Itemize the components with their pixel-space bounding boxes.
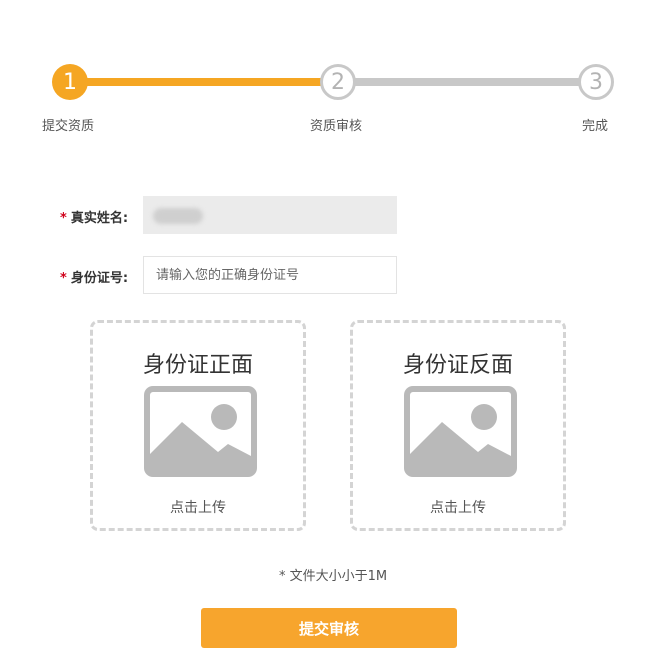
upload-id-back[interactable]: 身份证反面 点击上传 <box>350 320 566 531</box>
name-field-label: * 真实姓名: <box>60 207 128 226</box>
step-2-circle: 2 <box>320 64 356 100</box>
upload-id-front[interactable]: 身份证正面 点击上传 <box>90 320 306 531</box>
image-placeholder-icon <box>404 386 517 477</box>
id-number-field-label: * 身份证号: <box>60 267 128 286</box>
step-2-label: 资质审核 <box>310 119 363 134</box>
upload-front-hint: 点击上传 <box>170 500 226 516</box>
required-marker: * <box>60 271 67 286</box>
step-3-circle: 3 <box>578 64 614 100</box>
name-label-text: 真实姓名: <box>70 211 129 226</box>
step-3-label: 完成 <box>582 119 609 134</box>
step-1-circle: 1 <box>52 64 88 100</box>
step-connector-pending <box>338 78 596 86</box>
upload-back-title: 身份证反面 <box>402 353 513 378</box>
upload-back-hint: 点击上传 <box>430 500 486 516</box>
blurred-name-value <box>153 208 203 224</box>
id-number-label-text: 身份证号: <box>70 271 129 286</box>
step-connector-completed <box>70 78 338 86</box>
name-field <box>143 196 397 234</box>
step-1-label: 提交资质 <box>42 119 95 134</box>
file-size-note: * 文件大小小于1M <box>278 569 388 584</box>
id-number-input[interactable] <box>143 256 397 294</box>
required-marker: * <box>60 211 67 226</box>
submit-review-button[interactable]: 提交审核 <box>201 608 457 648</box>
image-placeholder-icon <box>144 386 257 477</box>
upload-front-title: 身份证正面 <box>142 353 253 378</box>
